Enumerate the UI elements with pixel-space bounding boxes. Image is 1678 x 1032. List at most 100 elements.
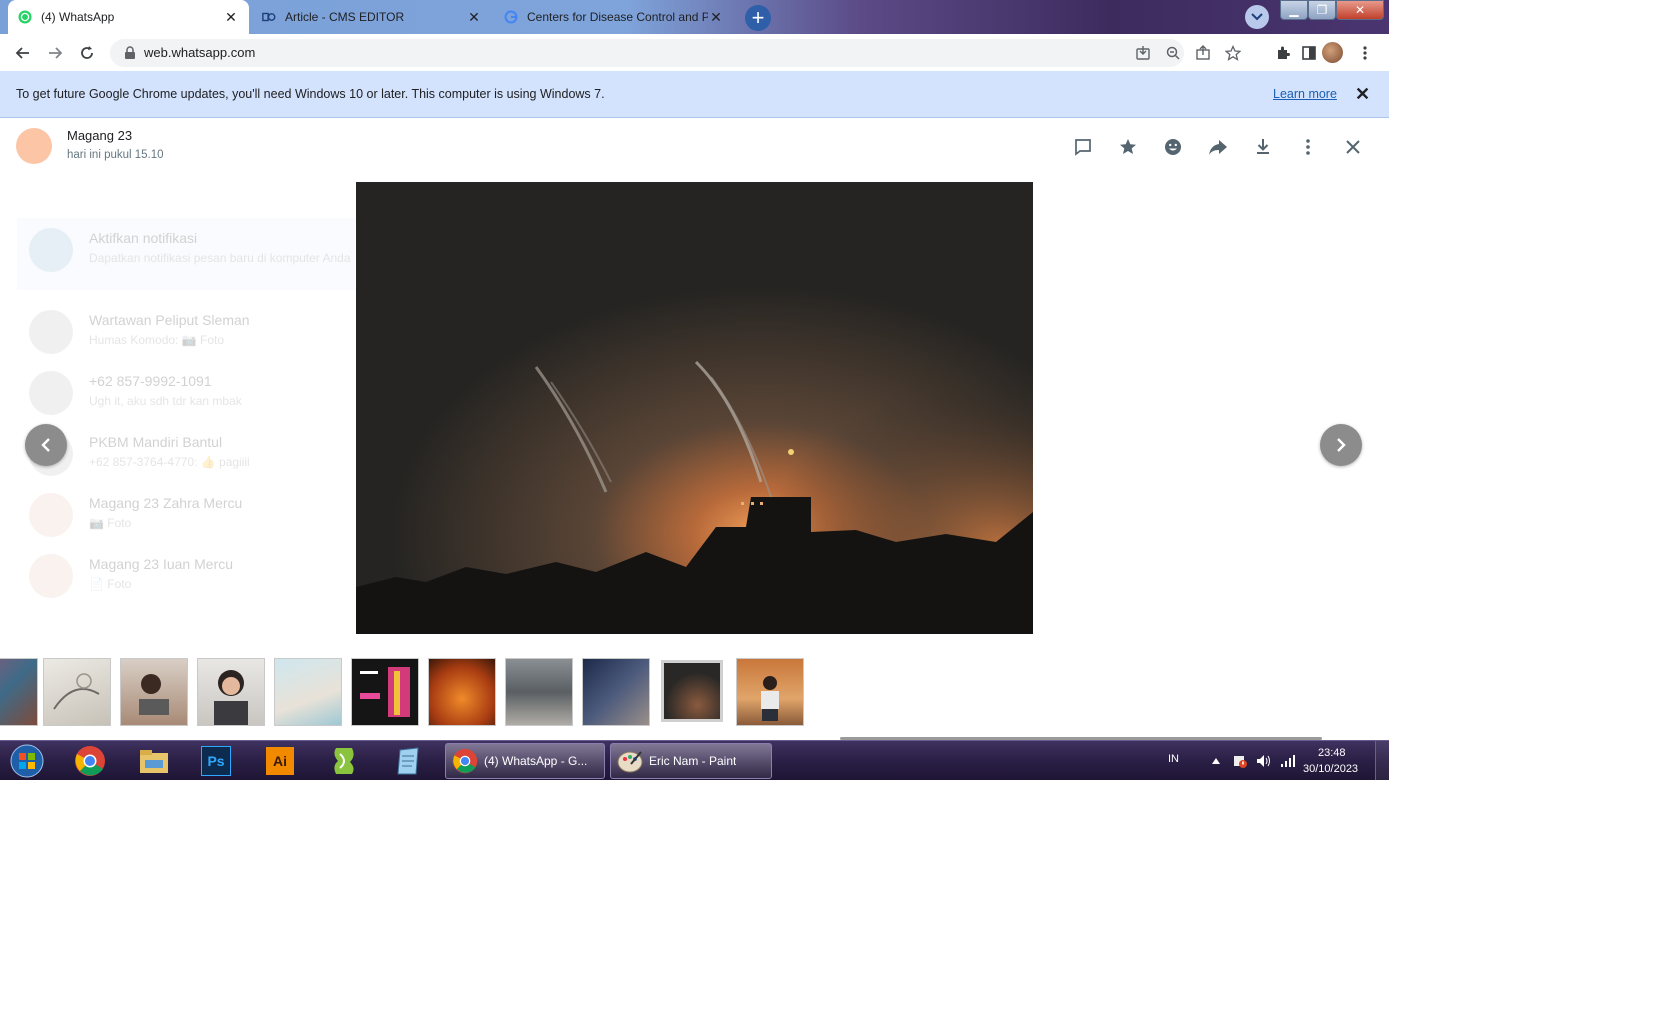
man-sitting-photo-thumb[interactable] [736, 658, 804, 726]
next-media-button[interactable] [1320, 424, 1362, 466]
share-icon[interactable] [1195, 45, 1211, 61]
reload-button[interactable] [74, 40, 100, 66]
language-indicator[interactable]: IN [1168, 753, 1179, 765]
action-center-icon[interactable] [1232, 753, 1248, 769]
tab-cms-editor[interactable]: Article - CMS EDITOR ✕ [252, 0, 492, 34]
avatar [29, 371, 73, 415]
list-item: Magang 23 Iuan Mercu 📄 Foto [17, 544, 355, 604]
list-item: PKBM Mandiri Bantul +62 857-3764-4770: 👍… [17, 422, 355, 482]
window-close-button[interactable]: ✕ [1336, 0, 1384, 20]
close-icon[interactable] [1342, 136, 1364, 158]
illustrator-label: Ai [266, 747, 294, 775]
tab-whatsapp[interactable]: (4) WhatsApp ✕ [8, 0, 249, 34]
women-photo-thumb[interactable] [0, 658, 38, 726]
reload-icon [81, 46, 93, 59]
chrome-update-infobar: To get future Google Chrome updates, you… [0, 71, 1389, 118]
chat-name: Magang 23 Zahra Mercu [89, 495, 243, 511]
notepad-icon[interactable] [390, 745, 426, 777]
woman-pool-photo-thumb[interactable] [274, 658, 342, 726]
chevron-right-icon [1337, 438, 1346, 452]
zoom-icon[interactable] [1165, 45, 1181, 61]
chrome-icon [452, 748, 478, 774]
infobar-message: To get future Google Chrome updates, you… [16, 87, 605, 101]
start-button[interactable] [4, 741, 50, 780]
windows-logo-icon [10, 744, 44, 778]
tab-close-icon[interactable]: ✕ [708, 9, 724, 25]
list-item: +62 857-9992-1091 Ugh it, aku sdh tdr ka… [17, 361, 355, 421]
tab-title: Centers for Disease Control and P [527, 10, 708, 24]
chat-name: Magang 23 Iuan Mercu [89, 556, 233, 572]
install-app-icon[interactable] [1135, 45, 1151, 61]
volume-icon[interactable] [1256, 753, 1272, 769]
whatsapp-icon [18, 10, 32, 24]
smiling-woman-photo-thumb[interactable] [197, 658, 265, 726]
chevron-left-icon [41, 438, 50, 452]
photoshop-icon[interactable]: Ps [198, 745, 234, 777]
show-hidden-icons-icon[interactable] [1208, 753, 1224, 769]
clock-date[interactable]: 30/10/2023 [1303, 763, 1358, 775]
bookmark-star-icon[interactable] [1225, 45, 1241, 61]
chat-name: Wartawan Peliput Sleman [89, 312, 250, 328]
maximize-button[interactable]: ❐ [1308, 0, 1336, 20]
chrome-menu-icon[interactable] [1356, 44, 1374, 62]
tab-cdc[interactable]: Centers for Disease Control and P ✕ [494, 0, 734, 34]
media-viewer: Aktifkan notifikasi Dapatkan notifikasi … [0, 118, 1389, 740]
lock-icon[interactable] [122, 45, 138, 61]
chrome-icon[interactable] [72, 745, 108, 777]
tab-title: Article - CMS EDITOR [285, 10, 405, 24]
minimize-button[interactable]: ▁ [1280, 0, 1308, 20]
list-item: Aktifkan notifikasi Dapatkan notifikasi … [17, 218, 355, 290]
back-button[interactable] [10, 40, 36, 66]
address-bar[interactable]: web.whatsapp.com [110, 39, 1241, 67]
taskbar-task-paint[interactable]: Eric Nam - Paint [610, 743, 772, 779]
forward-button[interactable] [42, 40, 68, 66]
sketch-photo-thumb[interactable] [43, 658, 111, 726]
chat-preview: +62 857-3764-4770: 👍 pagiiii [89, 455, 250, 469]
chat-name: Aktifkan notifikasi [89, 230, 198, 246]
city-fire-photo-thumb[interactable] [428, 658, 496, 726]
tab-strip: (4) WhatsApp ✕ Article - CMS EDITOR ✕ Ce… [0, 0, 1389, 34]
coreldraw-icon[interactable] [326, 745, 362, 777]
side-panel-icon[interactable] [1300, 44, 1318, 62]
magazine-photo-thumb[interactable] [351, 658, 419, 726]
emoji-icon[interactable] [1162, 136, 1184, 158]
screen: (4) WhatsApp ✕ Article - CMS EDITOR ✕ Ce… [0, 0, 1389, 780]
star-icon[interactable] [1117, 136, 1139, 158]
explorer-icon[interactable] [136, 745, 172, 777]
extensions-icon[interactable] [1274, 44, 1292, 62]
clock-time[interactable]: 23:48 [1318, 747, 1346, 759]
forward-icon[interactable] [1207, 136, 1229, 158]
reply-icon[interactable] [1072, 136, 1094, 158]
chat-preview: 📄 Foto [89, 577, 132, 591]
photoshop-label: Ps [201, 746, 231, 776]
tab-close-icon[interactable]: ✕ [466, 9, 482, 25]
show-desktop-button[interactable] [1375, 741, 1389, 780]
illustrator-icon[interactable]: Ai [262, 745, 298, 777]
chat-preview: Dapatkan notifikasi pesan baru di komput… [89, 251, 351, 265]
tab-close-icon[interactable]: ✕ [223, 9, 239, 25]
chat-name: +62 857-9992-1091 [89, 373, 212, 389]
main-photo[interactable] [356, 182, 1033, 634]
new-tab-button[interactable]: + [745, 5, 771, 31]
list-item: Magang 23 Zahra Mercu 📷 Foto [17, 483, 355, 543]
taskbar-task-whatsapp[interactable]: (4) WhatsApp - G... [445, 743, 605, 779]
tab-search-button[interactable] [1245, 5, 1269, 29]
sender-avatar[interactable] [16, 128, 52, 164]
windows-taskbar: Ps Ai (4) WhatsApp - G... Eric Nam - Pai… [0, 740, 1389, 780]
previous-media-button[interactable] [25, 424, 67, 466]
learn-more-link[interactable]: Learn more [1273, 87, 1337, 101]
night-street-photo-thumb[interactable] [582, 658, 650, 726]
download-icon[interactable] [1252, 136, 1274, 158]
profile-avatar[interactable] [1322, 42, 1343, 63]
url-text[interactable]: web.whatsapp.com [144, 45, 255, 60]
night-explosion-image [356, 182, 1033, 634]
back-arrow-icon [15, 47, 29, 59]
night-explosion-photo-thumb[interactable] [661, 660, 723, 722]
rubble-photo-thumb[interactable] [505, 658, 573, 726]
avatar [29, 228, 73, 272]
menu-icon[interactable] [1297, 136, 1319, 158]
sender-name[interactable]: Magang 23 [67, 128, 132, 143]
infobar-close-icon[interactable]: ✕ [1355, 84, 1370, 105]
network-signal-icon[interactable] [1280, 753, 1296, 769]
woman-laptop-photo-thumb[interactable] [120, 658, 188, 726]
